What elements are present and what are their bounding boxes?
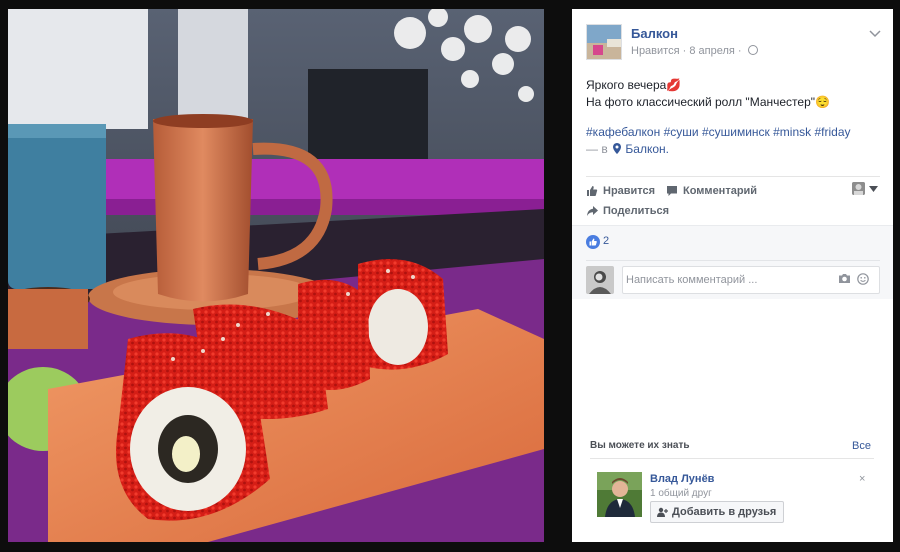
post-text-line: На фото классический ролл "Манчестер"😌 xyxy=(586,95,830,109)
like-reaction-icon[interactable] xyxy=(586,235,600,249)
like-count[interactable]: 2 xyxy=(603,235,609,247)
add-friend-icon xyxy=(657,507,668,517)
post-actions: Нравится Комментарий Поделиться xyxy=(586,181,880,223)
post-header: Балкон Нравится · 8 апреля · xyxy=(586,24,882,62)
suggested-friend-avatar[interactable] xyxy=(597,472,642,517)
hashtag-link[interactable]: #сушиминск xyxy=(702,125,770,139)
hashtag-link[interactable]: #суши xyxy=(664,125,699,139)
post-hashtags: #кафебалкон #суши #сушиминск #minsk #fri… xyxy=(586,124,882,158)
comment-button[interactable]: Комментарий xyxy=(666,185,757,197)
location-pin-icon xyxy=(613,143,622,154)
globe-icon xyxy=(747,45,758,55)
page-name-link[interactable]: Балкон xyxy=(631,26,678,41)
chevron-down-icon[interactable] xyxy=(868,28,882,38)
dismiss-suggestion-button[interactable]: × xyxy=(859,473,865,485)
post-photo[interactable] xyxy=(8,9,544,542)
meta-separator: · xyxy=(737,45,742,57)
like-page-link[interactable]: Нравится xyxy=(631,45,680,57)
post-meta: Нравится · 8 апреля · xyxy=(631,45,758,57)
sushi-photo-image xyxy=(8,9,544,542)
thumbs-up-icon xyxy=(587,186,598,196)
post-text-line: Яркого вечера💋 xyxy=(586,78,682,92)
add-friend-label: Добавить в друзья xyxy=(672,506,777,518)
page-avatar[interactable] xyxy=(586,24,622,60)
comment-icon xyxy=(667,186,677,196)
meta-separator: · xyxy=(682,45,687,57)
see-all-link[interactable]: Все xyxy=(852,440,871,452)
like-button-label: Нравится xyxy=(603,185,656,197)
hashtag-link[interactable]: #minsk xyxy=(773,125,811,139)
suggestions-title: Вы можете их знать xyxy=(590,440,690,451)
suggested-friend-name[interactable]: Влад Лунёв xyxy=(650,473,714,485)
divider xyxy=(586,176,880,177)
emoji-icon[interactable] xyxy=(857,273,869,285)
add-friend-button[interactable]: Добавить в друзья xyxy=(650,501,785,523)
camera-icon[interactable] xyxy=(838,273,851,284)
post-side-panel: Балкон Нравится · 8 апреля · Яркого вече… xyxy=(572,9,893,542)
hashtag-link[interactable]: #friday xyxy=(814,125,850,139)
post-text: Яркого вечера💋 На фото классический ролл… xyxy=(586,77,882,111)
viewer-selector[interactable] xyxy=(852,182,878,195)
location-link[interactable]: Балкон. xyxy=(625,142,669,156)
current-user-avatar xyxy=(586,266,614,294)
viewer-avatar xyxy=(852,182,865,195)
location-prefix: — в xyxy=(586,142,608,156)
reactions-and-comments: 2 xyxy=(572,225,893,299)
post-date[interactable]: 8 апреля xyxy=(689,45,735,57)
divider xyxy=(590,458,874,459)
share-button[interactable]: Поделиться xyxy=(586,205,669,217)
comment-button-label: Комментарий xyxy=(683,185,758,197)
like-button[interactable]: Нравится xyxy=(586,185,655,197)
share-button-label: Поделиться xyxy=(603,205,670,217)
comment-input-icons xyxy=(838,273,869,285)
share-icon xyxy=(587,206,598,216)
mutual-friends-count[interactable]: 1 общий друг xyxy=(650,488,712,499)
divider xyxy=(586,260,880,261)
hashtag-link[interactable]: #кафебалкон xyxy=(586,125,660,139)
caret-down-icon xyxy=(869,185,878,192)
